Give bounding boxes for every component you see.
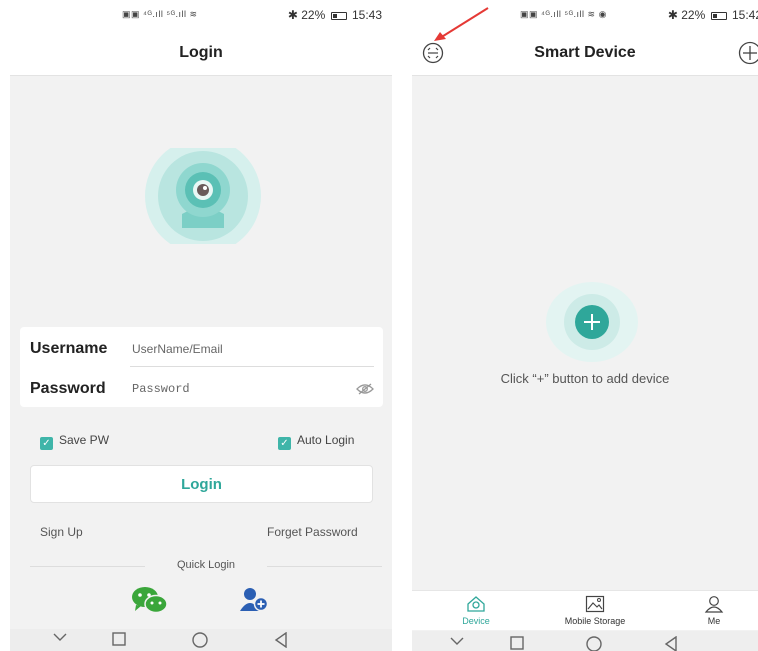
save-pw-label: Save PW [59,433,110,447]
save-pw-checkbox[interactable]: ✓ Save PW [40,433,110,450]
status-bar: ▣▣ ⁴ᴳ.ıll ⁵ᴳ.ıll ≋ ✱ 22% 15:43 [10,0,392,30]
title-bar: Login [10,30,392,76]
page-title: Smart Device [534,44,636,61]
battery-percent: 22% [681,8,706,22]
bluetooth-icon: ✱ [667,8,678,22]
image-icon [555,595,635,615]
tab-device-label: Device [462,616,490,626]
tab-mobile-storage-label: Mobile Storage [564,616,626,626]
chevron-down-icon[interactable] [53,632,67,642]
clock: 15:43 [351,8,382,22]
device-icon [436,595,516,615]
home-circle-icon[interactable] [586,636,602,651]
quick-login-label: Quick Login [176,559,236,571]
battery-icon [330,12,347,20]
back-triangle-icon[interactable] [274,632,288,648]
password-label: Password [30,380,106,397]
person-icon [674,595,754,615]
system-nav-bar [10,629,392,651]
forget-password-link[interactable]: Forget Password [267,525,358,539]
status-right: ✱ 22% 15:43 [288,8,382,22]
bluetooth-icon: ✱ [287,8,298,22]
username-label: Username [30,340,108,357]
add-device-icon[interactable] [738,41,758,70]
empty-state-hint: Click “+” button to add device [500,371,670,386]
username-input[interactable]: UserName/Email [132,342,223,356]
battery-percent: 22% [301,8,326,22]
auto-login-checkbox[interactable]: ✓ Auto Login [278,433,355,450]
add-user-login-icon[interactable] [240,587,270,618]
checkbox-checked-icon: ✓ [278,437,291,450]
bottom-tab-bar: Device Mobile Storage Me [412,590,758,630]
camera-logo-icon [144,138,262,254]
add-device-button[interactable] [546,282,638,362]
title-bar: Smart Device [412,30,758,76]
clock: 15:42 [731,8,758,22]
recents-square-icon[interactable] [510,636,524,650]
home-circle-icon[interactable] [192,632,208,648]
checkbox-checked-icon: ✓ [40,437,53,450]
system-nav-bar [412,631,758,651]
back-triangle-icon[interactable] [664,636,678,651]
battery-icon [710,12,727,20]
password-row: Password Password [30,370,374,408]
login-screen: ▣▣ ⁴ᴳ.ıll ⁵ᴳ.ıll ≋ ✱ 22% 15:43 Login Use… [10,0,392,651]
tab-device[interactable]: Device [436,595,516,626]
signal-icon: ▣▣ ⁴ᴳ.ıll ⁵ᴳ.ıll ≋ [122,9,198,19]
eye-icon[interactable] [356,382,374,400]
form-divider [130,366,374,367]
tab-me-label: Me [707,616,721,626]
status-bar: ▣▣ ⁴ᴳ.ıll ⁵ᴳ.ıll ≋ ◉ ✱ 22% 15:42 [412,0,758,30]
recents-square-icon[interactable] [112,632,126,646]
divider-line [267,566,382,567]
login-button[interactable]: Login [30,465,373,503]
status-right: ✱ 22% 15:42 [668,8,758,22]
sign-up-link[interactable]: Sign Up [40,525,83,539]
tab-mobile-storage[interactable]: Mobile Storage [555,595,635,626]
quick-login-divider: Quick Login [30,559,382,575]
wechat-login-icon[interactable] [130,585,170,620]
username-row: Username UserName/Email [30,330,374,368]
tab-me[interactable]: Me [674,595,754,626]
auto-login-label: Auto Login [297,433,355,447]
chevron-down-icon[interactable] [450,636,464,646]
page-title: Login [179,44,223,61]
signal-icon: ▣▣ ⁴ᴳ.ıll ⁵ᴳ.ıll ≋ ◉ [520,9,607,19]
device-screen: ▣▣ ⁴ᴳ.ıll ⁵ᴳ.ıll ≋ ◉ ✱ 22% 15:42 Smart D… [412,0,758,651]
password-input[interactable]: Password [132,382,190,396]
